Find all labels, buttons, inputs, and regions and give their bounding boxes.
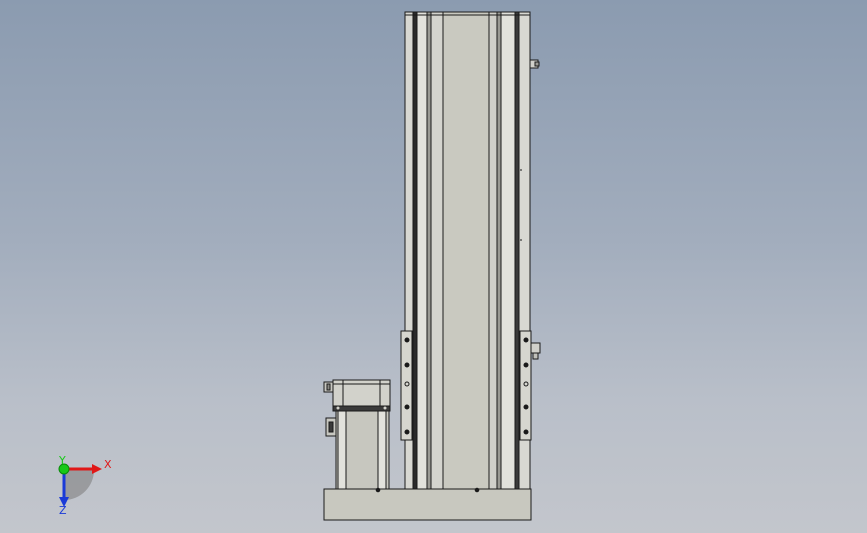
motor-flange bbox=[332, 405, 391, 412]
base-plate[interactable] bbox=[323, 487, 532, 521]
triad-y-label: Y bbox=[58, 454, 66, 467]
top-sensor-tip bbox=[534, 61, 540, 67]
left-rail-slot bbox=[412, 11, 418, 490]
triad-x-label: X bbox=[104, 458, 112, 471]
right-rail-inner bbox=[500, 11, 516, 490]
left-rail-channel bbox=[430, 11, 444, 490]
left-rail-line bbox=[426, 11, 432, 490]
cad-viewport[interactable]: X Y Z bbox=[0, 0, 867, 533]
linear-module[interactable] bbox=[404, 11, 540, 490]
right-rail-line bbox=[496, 11, 502, 490]
right-clamp-bracket[interactable] bbox=[519, 330, 541, 441]
center-face bbox=[442, 11, 490, 490]
right-rail-channel bbox=[488, 11, 498, 490]
cad-model-view[interactable]: X Y Z bbox=[0, 0, 867, 533]
left-clamp-bracket[interactable] bbox=[400, 330, 413, 441]
coordinate-triad-icon: X Y Z bbox=[58, 454, 112, 517]
right-rail-slot bbox=[514, 11, 520, 490]
motor-assembly[interactable] bbox=[323, 379, 391, 490]
left-rail-inner bbox=[416, 11, 428, 490]
triad-z-label: Z bbox=[59, 504, 67, 517]
